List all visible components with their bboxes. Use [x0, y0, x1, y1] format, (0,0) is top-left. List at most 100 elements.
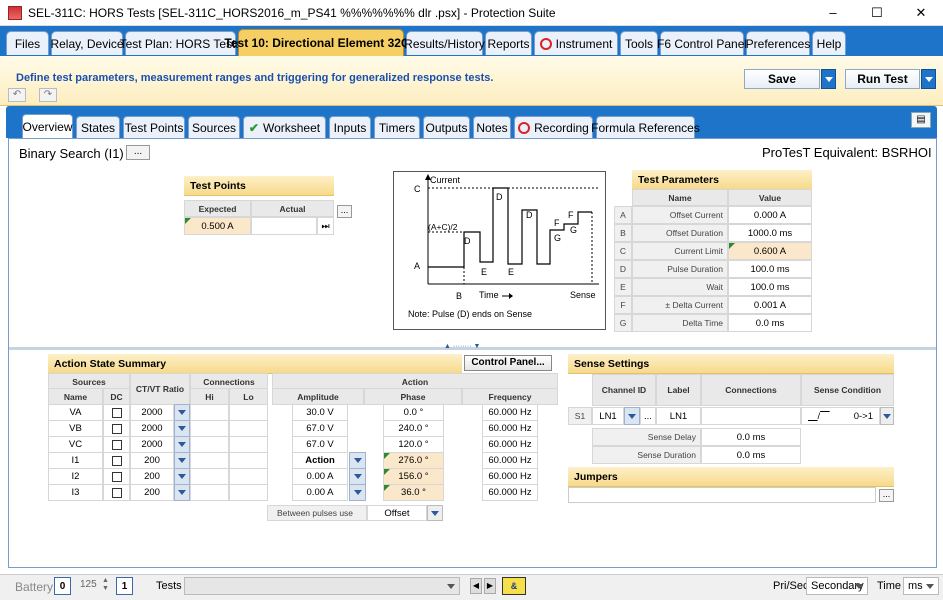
- splitter-handle[interactable]: ▲ ········ ▼: [444, 343, 480, 350]
- skip-end-icon[interactable]: ⏭: [317, 217, 334, 235]
- tab-reports[interactable]: Reports: [485, 31, 532, 55]
- sense-delay-value[interactable]: 0.0 ms: [701, 428, 801, 446]
- param-value[interactable]: 100.0 ms: [728, 260, 812, 278]
- tab-preferences[interactable]: Preferences: [746, 31, 810, 55]
- phase-value[interactable]: 36.0 °: [383, 484, 444, 501]
- tab-instrument[interactable]: Instrument: [534, 31, 618, 55]
- tab-notes[interactable]: Notes: [473, 116, 511, 138]
- save-button[interactable]: Save: [744, 69, 820, 89]
- frequency-value[interactable]: 60.000 Hz: [482, 404, 538, 421]
- ctvt-ratio[interactable]: 200: [130, 484, 174, 501]
- run-dropdown-button[interactable]: [921, 69, 936, 89]
- conn-lo[interactable]: [229, 436, 268, 453]
- frequency-value[interactable]: 60.000 Hz: [482, 420, 538, 437]
- phase-value[interactable]: 276.0 °: [383, 452, 444, 469]
- battery-index[interactable]: 0: [54, 577, 71, 595]
- conn-lo[interactable]: [229, 468, 268, 485]
- conn-lo[interactable]: [229, 404, 268, 421]
- ctvt-ratio[interactable]: 200: [130, 468, 174, 485]
- dc-checkbox[interactable]: [103, 436, 130, 453]
- conn-lo[interactable]: [229, 420, 268, 437]
- param-value[interactable]: 100.0 ms: [728, 278, 812, 296]
- dc-checkbox[interactable]: [103, 452, 130, 469]
- phase-value[interactable]: 120.0 °: [383, 436, 444, 453]
- frequency-value[interactable]: 60.000 Hz: [482, 484, 538, 501]
- tab-inputs[interactable]: Inputs: [329, 116, 371, 138]
- amplitude-value[interactable]: 67.0 V: [292, 420, 348, 437]
- tab-control-panel[interactable]: F6 Control Panel: [657, 31, 747, 55]
- dc-checkbox[interactable]: [103, 420, 130, 437]
- tab-tools[interactable]: Tools: [620, 31, 658, 55]
- close-button[interactable]: ✕: [899, 5, 943, 21]
- channel-more-button[interactable]: ...: [640, 407, 656, 425]
- ctvt-ratio[interactable]: 2000: [130, 436, 174, 453]
- prisec-select[interactable]: Secondary: [806, 577, 868, 595]
- param-value[interactable]: 0.600 A: [728, 242, 812, 260]
- tab-recording[interactable]: Recording: [514, 116, 593, 138]
- amplitude-value[interactable]: 30.0 V: [292, 404, 348, 421]
- param-value[interactable]: 0.0 ms: [728, 314, 812, 332]
- amplitude-value[interactable]: 0.00 A: [292, 468, 348, 485]
- amplitude-value[interactable]: 0.00 A: [292, 484, 348, 501]
- conn-hi[interactable]: [190, 436, 229, 453]
- param-value[interactable]: 0.000 A: [728, 206, 812, 224]
- between-pulses-value[interactable]: Offset: [367, 505, 427, 521]
- amplitude-dropdown[interactable]: [349, 468, 366, 485]
- amplitude-value[interactable]: 67.0 V: [292, 436, 348, 453]
- channel-dropdown[interactable]: [624, 407, 640, 425]
- tab-results-history[interactable]: Results/History: [404, 31, 485, 55]
- conn-hi[interactable]: [190, 452, 229, 469]
- phase-value[interactable]: 240.0 °: [383, 420, 444, 437]
- phase-value[interactable]: 156.0 °: [383, 468, 444, 485]
- actual-value[interactable]: [251, 217, 317, 235]
- amplitude-dropdown[interactable]: [349, 452, 366, 469]
- control-panel-button[interactable]: Control Panel...: [464, 355, 552, 371]
- label-value[interactable]: LN1: [656, 407, 701, 425]
- ctvt-dropdown[interactable]: [174, 452, 190, 469]
- ctvt-ratio[interactable]: 2000: [130, 420, 174, 437]
- amplitude-dropdown[interactable]: [349, 484, 366, 501]
- frequency-value[interactable]: 60.000 Hz: [482, 452, 538, 469]
- ctvt-ratio[interactable]: 200: [130, 452, 174, 469]
- tab-formula-references[interactable]: Formula References: [591, 116, 700, 138]
- conn-lo[interactable]: [229, 484, 268, 501]
- frequency-value[interactable]: 60.000 Hz: [482, 436, 538, 453]
- frequency-value[interactable]: 60.000 Hz: [482, 468, 538, 485]
- maximize-button[interactable]: ☐: [855, 5, 899, 21]
- tab-test-10[interactable]: Test 10: Directional Element 32QF: [224, 29, 418, 56]
- tab-worksheet[interactable]: ✔ Worksheet: [243, 116, 326, 138]
- minimize-button[interactable]: –: [811, 5, 855, 20]
- battery-count[interactable]: 1: [116, 577, 133, 595]
- tab-files[interactable]: Files: [6, 31, 49, 55]
- tab-timers[interactable]: Timers: [374, 116, 420, 138]
- param-value[interactable]: 0.001 A: [728, 296, 812, 314]
- jumpers-field[interactable]: [568, 487, 876, 503]
- save-dropdown-button[interactable]: [821, 69, 836, 89]
- tab-sources[interactable]: Sources: [188, 116, 240, 138]
- section-options-button[interactable]: ...: [126, 145, 150, 160]
- redo-icon[interactable]: ↷: [39, 88, 57, 102]
- tab-help[interactable]: Help: [812, 31, 846, 55]
- dc-checkbox[interactable]: [103, 468, 130, 485]
- next-icon[interactable]: ▶: [484, 578, 496, 594]
- time-unit-select[interactable]: ms: [903, 577, 939, 595]
- ctvt-dropdown[interactable]: [174, 468, 190, 485]
- ctvt-dropdown[interactable]: [174, 404, 190, 421]
- ctvt-dropdown[interactable]: [174, 484, 190, 501]
- prev-icon[interactable]: ◀: [470, 578, 482, 594]
- sense-connections-value[interactable]: [701, 407, 801, 425]
- ctvt-dropdown[interactable]: [174, 420, 190, 437]
- sense-duration-value[interactable]: 0.0 ms: [701, 446, 801, 464]
- layout-icon[interactable]: ▤: [911, 112, 931, 128]
- between-pulses-dropdown[interactable]: [427, 505, 443, 521]
- run-sequence-icon[interactable]: &: [502, 577, 526, 595]
- test-points-more-button[interactable]: ...: [337, 205, 352, 218]
- tab-overview[interactable]: Overview: [22, 114, 73, 139]
- tab-test-plan[interactable]: Test Plan: HORS Tests: [120, 31, 241, 55]
- ctvt-ratio[interactable]: 2000: [130, 404, 174, 421]
- conn-hi[interactable]: [190, 484, 229, 501]
- sense-condition-dropdown[interactable]: [880, 407, 894, 425]
- amplitude-value[interactable]: Action: [292, 452, 348, 469]
- dc-checkbox[interactable]: [103, 484, 130, 501]
- tab-outputs[interactable]: Outputs: [423, 116, 470, 138]
